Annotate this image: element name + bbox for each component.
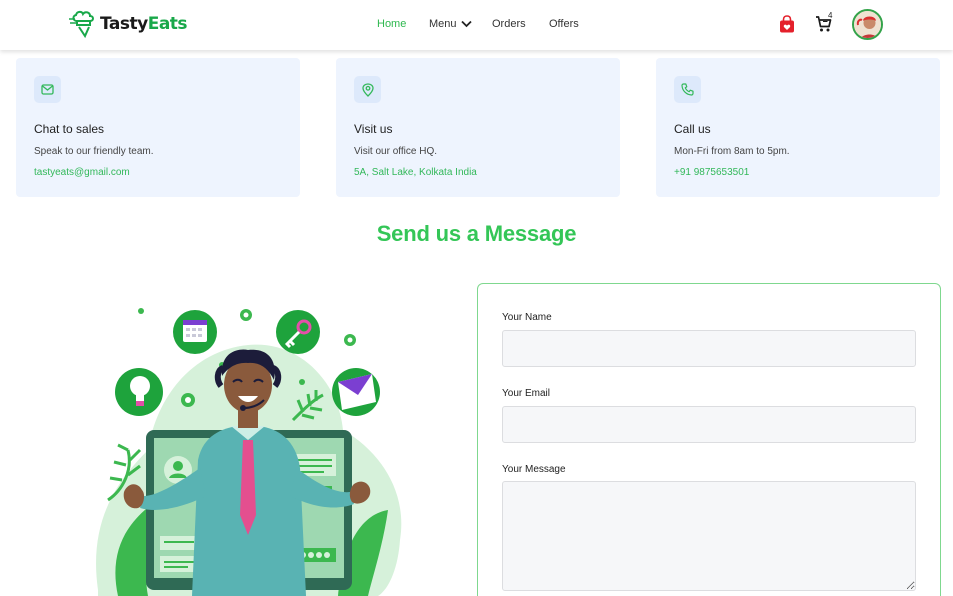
customer-support-illustration	[96, 308, 402, 596]
card-title: Visit us	[354, 122, 393, 136]
card-description: Mon-Fri from 8am to 5pm.	[674, 146, 790, 157]
avatar-image	[854, 11, 881, 38]
brand-name: TastyEats	[100, 14, 188, 34]
message-label: Your Message	[502, 464, 566, 475]
cart-count-badge: 4	[828, 11, 833, 20]
map-pin-icon	[354, 76, 381, 103]
nav-offers-link[interactable]: Offers	[549, 18, 579, 30]
nav-menu-dropdown[interactable]: Menu	[429, 18, 472, 30]
contact-card-visit: Visit us Visit our office HQ. 5A, Salt L…	[336, 58, 620, 197]
email-input[interactable]	[502, 406, 916, 443]
contact-card-sales: Chat to sales Speak to our friendly team…	[16, 58, 300, 197]
phone-link[interactable]: +91 9875653501	[674, 167, 749, 178]
nav-orders-link[interactable]: Orders	[492, 18, 526, 30]
email-label: Your Email	[502, 388, 550, 399]
card-title: Chat to sales	[34, 122, 105, 136]
name-input[interactable]	[502, 330, 916, 367]
chevron-down-icon	[460, 20, 472, 28]
shopping-bag-icon[interactable]	[779, 15, 795, 33]
section-title: Send us a Message	[376, 221, 577, 246]
message-textarea[interactable]	[502, 481, 916, 591]
avatar[interactable]	[852, 9, 883, 40]
contact-card-call: Call us Mon-Fri from 8am to 5pm. +91 987…	[656, 58, 940, 197]
card-description: Visit our office HQ.	[354, 146, 437, 157]
card-title: Call us	[674, 122, 711, 136]
brand-logo[interactable]: TastyEats	[69, 9, 188, 39]
mail-icon	[34, 76, 61, 103]
email-link[interactable]: tastyeats@gmail.com	[34, 167, 130, 178]
chef-hat-icon	[69, 10, 94, 39]
nav-menu-label: Menu	[429, 18, 457, 30]
address-link[interactable]: 5A, Salt Lake, Kolkata India	[354, 167, 477, 178]
nav-home-link[interactable]: Home	[377, 18, 406, 30]
contact-form: Your Name Your Email Your Message	[477, 283, 941, 596]
name-label: Your Name	[502, 312, 552, 323]
card-description: Speak to our friendly team.	[34, 146, 154, 157]
navbar: TastyEats Home Menu Orders Offers 4	[0, 0, 953, 50]
phone-icon	[674, 76, 701, 103]
